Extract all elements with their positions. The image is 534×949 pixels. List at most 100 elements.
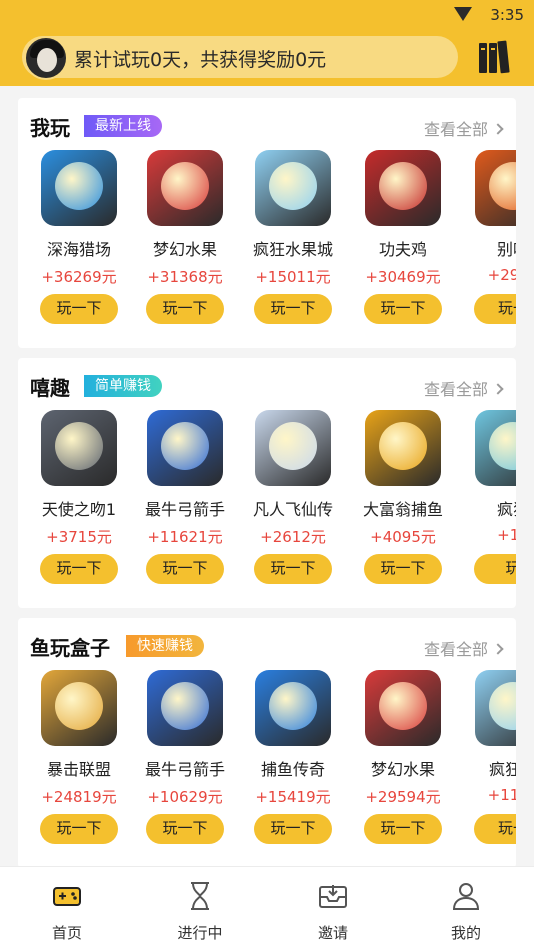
game-name: 别吃: [496, 240, 516, 259]
game-item[interactable]: 梦幻水果 +31368元玩一下: [130, 150, 240, 340]
wifi-icon: [454, 7, 472, 21]
chevron-right-icon: [492, 383, 504, 395]
gamepad-icon: [53, 887, 81, 906]
play-button[interactable]: 玩一: [474, 294, 516, 324]
game-reward: +4095元: [370, 528, 436, 546]
game-item[interactable]: 疯狂水果城 +15011元 玩一下: [238, 150, 348, 340]
section-card: 鱼玩盒子 快速赚钱 查看全部 暴击联盟 +24819元 玩一下 最牛弓箭手 +10629…: [18, 618, 516, 868]
game-icon[interactable]: [475, 410, 516, 486]
game-item[interactable]: 凡人飞仙传 +2612元玩一下: [238, 410, 348, 600]
status-bar: 3:35: [0, 0, 534, 30]
game-icon[interactable]: [475, 670, 516, 746]
game-icon[interactable]: [147, 670, 223, 746]
game-reward: +24819元: [41, 788, 117, 806]
user-icon: [452, 883, 480, 910]
game-icon[interactable]: [365, 410, 441, 486]
section-title: 嘻趣: [30, 376, 70, 400]
game-icon[interactable]: [365, 670, 441, 746]
game-icon[interactable]: [41, 410, 117, 486]
play-button[interactable]: 玩一下: [254, 814, 332, 844]
play-button[interactable]: 玩一下: [146, 814, 224, 844]
header: 累计试玩0天，共获得奖励0元: [0, 30, 534, 86]
game-name: 疯狂水: [488, 760, 516, 779]
game-item[interactable]: 最牛弓箭手 +10629元玩一下: [130, 670, 240, 860]
play-button[interactable]: 玩一下: [254, 294, 332, 324]
bottom-tab-bar: 首页 进行中 邀请 我的: [0, 866, 534, 949]
game-icon[interactable]: [255, 150, 331, 226]
play-button[interactable]: 玩一下: [40, 814, 118, 844]
game-name: 天使之吻1: [41, 500, 117, 519]
game-icon[interactable]: [365, 150, 441, 226]
game-reward: +29594元: [365, 788, 441, 806]
section-card: 我玩 最新上线 查看全部 深海猎场 +36269元 玩一下 梦幻水果 +31368元 玩一…: [18, 98, 516, 348]
game-item[interactable]: 天使之吻1 +3715元玩一下: [24, 410, 134, 600]
play-button[interactable]: 玩一下: [364, 814, 442, 844]
game-name: 梦幻水果: [152, 240, 217, 259]
game-item[interactable]: 大富翁捕鱼 +4095元玩一下: [348, 410, 458, 600]
game-reward: +15011元: [255, 268, 331, 286]
tab-in-progress[interactable]: 进行中: [133, 867, 267, 949]
game-reward: +31368元: [147, 268, 223, 286]
view-all-link[interactable]: 查看全部: [424, 376, 504, 400]
game-reward: +17: [497, 526, 516, 544]
game-name: 大富翁捕鱼: [362, 500, 443, 519]
play-button[interactable]: 玩一下: [40, 554, 118, 584]
play-button[interactable]: 玩一下: [254, 554, 332, 584]
game-item[interactable]: 疯狂水 +1132 玩一: [458, 670, 516, 860]
game-icon[interactable]: [147, 150, 223, 226]
game-item[interactable]: 深海猎场 +36269元玩一下: [24, 150, 134, 340]
game-reward: +11621元: [147, 528, 223, 546]
game-icon[interactable]: [255, 410, 331, 486]
game-item[interactable]: 功夫鸡 +30469元 玩一下: [348, 150, 458, 340]
game-item[interactable]: 梦幻水果 +29594元玩一下: [348, 670, 458, 860]
play-button[interactable]: 玩一下: [146, 294, 224, 324]
section-title: 鱼玩盒子: [30, 636, 110, 660]
game-name: 最牛弓箭手: [144, 760, 225, 779]
section-title: 我玩: [30, 116, 70, 140]
view-all-link[interactable]: 查看全部: [424, 636, 504, 660]
game-item[interactable]: 暴击联盟 +24819元玩一下: [24, 670, 134, 860]
game-reward: +3715元: [46, 528, 112, 546]
game-name: 暴击联盟: [46, 760, 111, 779]
game-list: 深海猎场 +36269元 玩一下 梦幻水果 +31368元 玩一下 疯狂水果城 +15011元…: [18, 150, 516, 340]
game-item[interactable]: 疯狂 +17 玩: [458, 410, 516, 600]
game-item[interactable]: 别吃 +2928 玩一: [458, 150, 516, 340]
game-name: 梦幻水果: [370, 760, 435, 779]
game-reward: +2928: [487, 266, 516, 284]
game-item[interactable]: 捕鱼传奇 +15419元 玩一下: [238, 670, 348, 860]
game-reward: +1132: [487, 786, 516, 804]
tab-profile[interactable]: 我的: [399, 867, 533, 949]
play-button[interactable]: 玩一下: [146, 554, 224, 584]
play-button[interactable]: 玩一: [474, 814, 516, 844]
chevron-right-icon: [492, 123, 504, 135]
hourglass-icon: [191, 882, 209, 910]
game-name: 深海猎场: [46, 240, 111, 259]
section-card: 嘻趣 简单赚钱 查看全部 天使之吻1 +3715元 玩一下 最牛弓箭手 +11621元玩…: [18, 358, 516, 608]
play-button[interactable]: 玩一下: [364, 554, 442, 584]
game-name: 凡人飞仙传: [252, 500, 333, 519]
game-name: 功夫鸡: [378, 240, 427, 259]
play-button[interactable]: 玩: [474, 554, 516, 584]
status-time: 3:35: [490, 6, 524, 24]
chevron-right-icon: [492, 643, 504, 655]
section-badge: 简单赚钱: [84, 375, 162, 397]
view-all-link[interactable]: 查看全部: [424, 116, 504, 140]
tab-home[interactable]: 首页: [0, 867, 134, 949]
reward-summary[interactable]: 累计试玩0天，共获得奖励0元: [22, 36, 458, 80]
game-icon[interactable]: [41, 670, 117, 746]
tab-invite[interactable]: 邀请: [266, 867, 400, 949]
reward-summary-text: 累计试玩0天，共获得奖励0元: [74, 49, 327, 71]
game-item[interactable]: 最牛弓箭手 +11621元 玩一下: [130, 410, 240, 600]
book-icon[interactable]: [478, 40, 510, 74]
game-icon[interactable]: [475, 150, 516, 226]
game-icon[interactable]: [147, 410, 223, 486]
game-icon[interactable]: [41, 150, 117, 226]
game-reward: +10629元: [147, 788, 223, 806]
game-reward: +36269元: [41, 268, 117, 286]
game-reward: +2612元: [260, 528, 326, 546]
play-button[interactable]: 玩一下: [364, 294, 442, 324]
game-list: 天使之吻1 +3715元 玩一下 最牛弓箭手 +11621元 玩一下 凡人飞仙传 +2612元…: [18, 410, 516, 600]
game-icon[interactable]: [255, 670, 331, 746]
play-button[interactable]: 玩一下: [40, 294, 118, 324]
avatar[interactable]: [24, 36, 68, 80]
